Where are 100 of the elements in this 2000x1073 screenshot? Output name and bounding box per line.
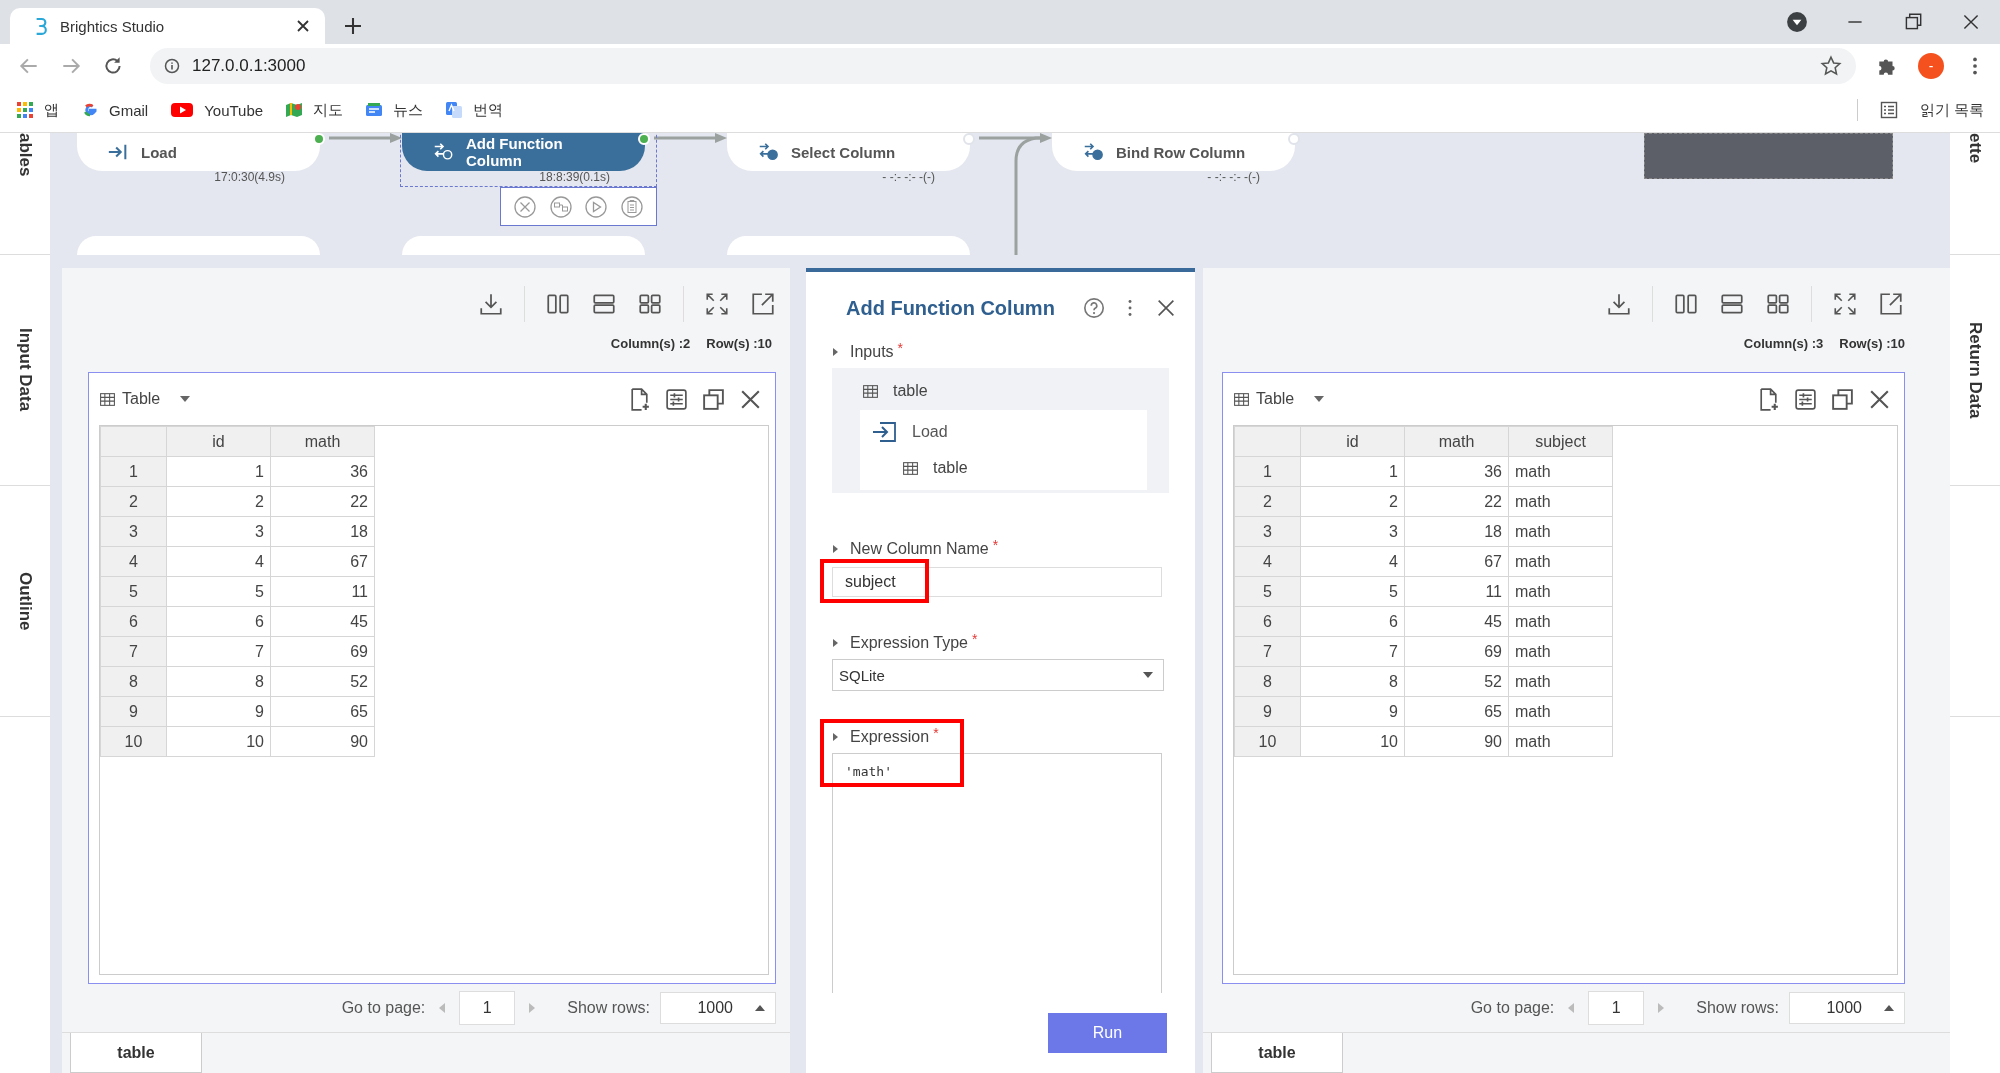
workflow-node-shape[interactable] [77, 236, 320, 255]
map-icon[interactable] [285, 101, 304, 119]
bookmark-link[interactable]: 번역 [473, 100, 504, 120]
address-bar[interactable]: 127.0.0.1:3000 [150, 48, 1856, 84]
caret-icon[interactable] [832, 348, 838, 356]
result-tab[interactable]: table [1211, 1033, 1343, 1073]
column-header[interactable]: math [270, 426, 375, 457]
copy-icon[interactable] [1830, 386, 1855, 412]
row-number: 6 [1234, 606, 1301, 637]
link-nodes-icon[interactable] [548, 194, 573, 219]
rows-select[interactable]: 1000 [1789, 992, 1905, 1024]
row-number: 2 [100, 486, 167, 517]
grid-layout-icon[interactable] [1765, 291, 1791, 317]
table-icon [1233, 390, 1250, 408]
download-icon[interactable] [1606, 291, 1632, 317]
result-tab[interactable]: table [70, 1033, 202, 1073]
side-panel-tab[interactable]: Outline [15, 571, 35, 631]
bookmark-link[interactable]: 뉴스 [393, 100, 424, 120]
rows-select[interactable]: 1000 [660, 992, 776, 1024]
browser-tab[interactable]: Brightics Studio [10, 8, 325, 44]
workflow-node[interactable]: Add Function Column [402, 133, 645, 171]
row-number: 3 [1234, 516, 1301, 547]
caret-up-icon[interactable] [755, 1005, 765, 1011]
play-logo-icon[interactable] [170, 101, 195, 119]
run-button[interactable]: Run [1048, 1013, 1167, 1053]
row-number: 9 [100, 696, 167, 727]
bookmark-link[interactable]: YouTube [204, 101, 264, 119]
pager-label: Go to page: [341, 999, 426, 1017]
bookmark-link[interactable]: 지도 [313, 100, 344, 120]
row-number: 10 [100, 726, 167, 757]
bookmark-link[interactable]: 앱 [44, 100, 59, 120]
new-tab-icon[interactable] [345, 18, 361, 34]
column-header[interactable]: math [1404, 426, 1509, 457]
source-table[interactable]: table [933, 459, 968, 477]
side-panel-tab[interactable]: Input Data [15, 328, 35, 412]
dropdown-icon[interactable] [180, 396, 191, 402]
copy-icon[interactable] [701, 386, 726, 412]
list-icon[interactable] [1879, 101, 1898, 119]
info-icon[interactable] [164, 58, 180, 74]
source-node[interactable]: Load [912, 423, 948, 441]
google-icon[interactable] [81, 101, 99, 119]
input-table[interactable]: table [893, 382, 928, 400]
side-panel-tab[interactable]: ables [15, 133, 35, 177]
expression-type-select[interactable]: SQLite [832, 659, 1164, 691]
split-rows-icon[interactable] [591, 291, 617, 317]
caret-icon[interactable] [832, 545, 838, 553]
clipboard-icon[interactable] [620, 194, 645, 219]
table-cell: 45 [1404, 606, 1509, 637]
table-cell: 67 [1404, 546, 1509, 577]
column-header[interactable]: id [1300, 426, 1405, 457]
dropdown-icon[interactable] [1143, 672, 1153, 678]
apps-grid-icon[interactable] [16, 101, 34, 119]
table-cell: 18 [1404, 516, 1509, 547]
caret-icon[interactable] [832, 639, 838, 647]
side-panel-tab[interactable]: Return Data [1965, 321, 1985, 419]
reading-list-link[interactable]: 읽기 목록 [1919, 100, 1984, 120]
download-icon[interactable] [478, 291, 504, 317]
workflow-node[interactable]: Load [77, 133, 320, 171]
close-icon[interactable] [297, 20, 309, 32]
caret-up-icon[interactable] [1884, 1005, 1894, 1011]
dropdown-icon[interactable] [1314, 396, 1325, 402]
help-icon[interactable] [1082, 296, 1105, 320]
table-icon [99, 390, 116, 408]
workflow-node[interactable]: Select Column [727, 133, 970, 171]
workflow-node-shape[interactable] [727, 236, 970, 255]
workflow-node-shape[interactable] [402, 236, 645, 255]
tab-title: Brightics Studio [60, 17, 166, 35]
bookmark-link[interactable]: Gmail [109, 101, 149, 119]
news-icon[interactable] [365, 101, 384, 119]
expand-icon[interactable] [1832, 291, 1858, 317]
column-count: Column(s) :2 [610, 336, 691, 353]
translate-icon[interactable] [445, 101, 464, 119]
delete-icon[interactable] [512, 194, 537, 219]
split-columns-icon[interactable] [545, 291, 571, 317]
grid-layout-icon[interactable] [637, 291, 663, 317]
column-header[interactable]: subject [1508, 426, 1613, 457]
popout-icon[interactable] [1878, 291, 1904, 317]
settings-list-icon[interactable] [664, 386, 689, 412]
field-label: Expression Type [850, 634, 968, 652]
play-icon[interactable] [584, 194, 609, 219]
workflow-node[interactable]: Bind Row Column [1052, 133, 1295, 171]
side-panel-tab[interactable]: ette [1965, 133, 1985, 164]
row-number: 4 [1234, 546, 1301, 577]
required-mark: * [972, 631, 978, 647]
page-field[interactable]: 1 [1588, 991, 1645, 1025]
split-rows-icon[interactable] [1719, 291, 1745, 317]
settings-list-icon[interactable] [1793, 386, 1818, 412]
column-name-field[interactable]: subject [832, 567, 1162, 597]
panel-title: Add Function Column [846, 296, 1055, 320]
star-icon[interactable] [1820, 55, 1842, 77]
page-field[interactable]: 1 [459, 991, 516, 1025]
caret-icon[interactable] [832, 733, 838, 741]
tab-search-icon[interactable] [1786, 11, 1808, 33]
expression-field[interactable]: 'math' [832, 753, 1162, 993]
expand-icon[interactable] [704, 291, 730, 317]
split-columns-icon[interactable] [1673, 291, 1699, 317]
table-cell: 52 [1404, 666, 1509, 697]
table-cell: 11 [1404, 576, 1509, 607]
column-header[interactable]: id [166, 426, 271, 457]
popout-icon[interactable] [750, 291, 776, 317]
